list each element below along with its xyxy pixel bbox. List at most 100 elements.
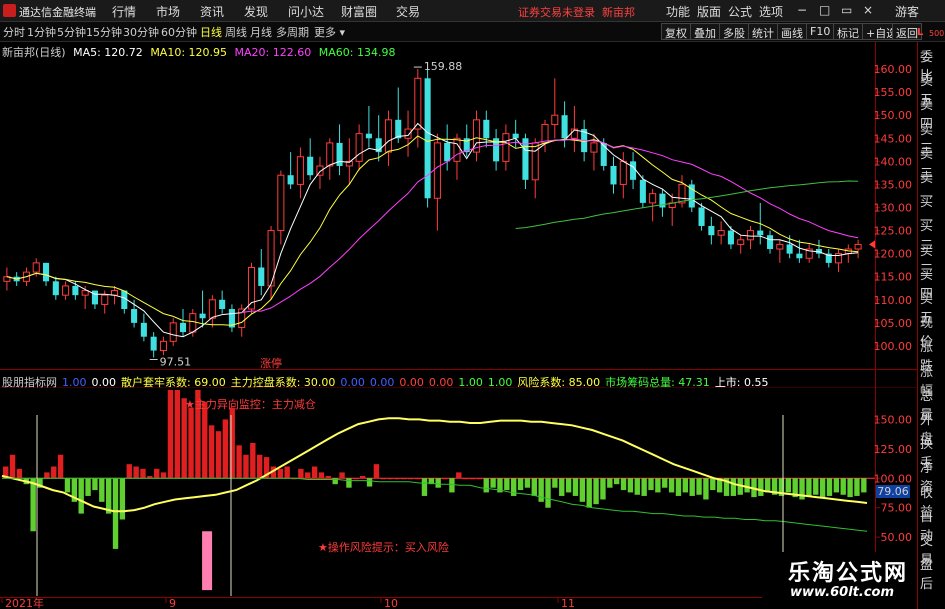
indicator-bar-up (174, 390, 180, 479)
candle-up (453, 137, 461, 162)
indicator-bar-down (421, 478, 428, 496)
time-tick-label: 10 (384, 597, 398, 609)
candle-up (101, 294, 109, 305)
indicator-bar-down (854, 478, 860, 496)
indicator-header-item: 0.00 (340, 376, 365, 389)
candle-up (649, 193, 657, 204)
indicator-bar-down (504, 478, 510, 491)
indicator-bar-up (353, 478, 359, 480)
indicator-bar-up (126, 464, 132, 479)
watermark-url: www.60lt.com (790, 585, 895, 600)
indicator-bar-up (243, 454, 249, 479)
indicator-bar-down (675, 478, 682, 496)
indicator-bar-down (572, 478, 579, 496)
indicator-header-item: 主力控盘系数: 30.00 (230, 376, 336, 389)
indicator-bar-down (806, 478, 812, 496)
indicator-pink-bar (202, 531, 213, 591)
indicator-bar-up (469, 478, 476, 480)
price-tick-label: 145.00 (874, 132, 913, 145)
candle-up (541, 123, 549, 144)
indicator-green-line (2, 477, 868, 532)
indicator-tick-label: 50.00 (881, 531, 913, 544)
indicator-bar-up (167, 390, 174, 479)
indicator-bar-down (531, 478, 537, 496)
indicator-bar-down (847, 478, 853, 498)
indicator-bar-up (140, 468, 146, 479)
indicator-bar-up (325, 475, 332, 479)
indicator-bar-down (607, 478, 613, 488)
indicator-bar-down (703, 478, 709, 500)
candle-up (776, 243, 784, 250)
price-tick-label: 105.00 (874, 317, 913, 330)
indicator-bar-up (250, 442, 256, 479)
indicator-bar-up (188, 407, 194, 479)
candle-down (365, 133, 372, 139)
indicator-header-item: 0.00 (91, 376, 117, 389)
indicator-header-item: 0.00 (369, 376, 395, 389)
candle-down (708, 225, 715, 236)
indicator-bar-down (662, 478, 668, 488)
indicator-bar-up (373, 464, 380, 479)
indicator-header-item: 风险系数: 85.00 (517, 376, 601, 389)
price-tick-label: 135.00 (874, 178, 913, 191)
indicator-header-item: 股朋指标网 (2, 376, 57, 389)
indicator-bar-up (215, 431, 222, 479)
indicator-bar-down (559, 478, 565, 496)
indicator-bar-up (202, 401, 208, 479)
candle-up (502, 133, 510, 162)
indicator-bar-up (9, 454, 16, 479)
current-price-arrow (869, 240, 875, 249)
indicator-tick-label: 75.00 (881, 502, 913, 515)
price-tick-label: 115.00 (874, 271, 913, 284)
indicator-header-item: 1.00 (458, 376, 483, 389)
candle-down (307, 156, 314, 176)
indicator-bar-down (689, 478, 695, 496)
candle-up (414, 77, 422, 130)
indicator-header-item: 0.00 (399, 376, 424, 389)
price-tick-label: 150.00 (874, 109, 913, 122)
indicator-bar-up (229, 407, 235, 479)
indicator-header-item: 上市: 0.55 (714, 376, 769, 389)
candle-up (81, 290, 89, 296)
indicator-bar-up (51, 466, 57, 479)
indicator-header-item: 1.00 (62, 376, 87, 389)
candle-down (219, 299, 226, 310)
price-tick-label: 110.00 (874, 294, 913, 307)
indicator-bar-up (380, 478, 386, 480)
candle-down (786, 244, 793, 254)
indicator-bar-down (668, 478, 675, 493)
limit-up-tag: 涨停 (260, 356, 282, 370)
indicator-bar-down (641, 478, 647, 496)
indicator-header-item: 1.00 (487, 376, 513, 389)
indicator-bar-down (524, 478, 531, 488)
indicator-bar-down (620, 478, 627, 491)
indicator-bar-down (346, 478, 352, 488)
time-tick-label: 11 (561, 597, 575, 609)
time-tick-label: 2021年 (5, 596, 44, 609)
indicator-bar-down (613, 478, 620, 485)
indicator-bar-down (758, 478, 764, 496)
candle-up (590, 142, 598, 153)
candle-up (384, 119, 393, 153)
indicator-annotation-bottom: ★操作风险提示：买入风险 (318, 540, 449, 554)
candle-up (433, 142, 441, 199)
indicator-bar-down (64, 478, 71, 493)
indicator-bar-up (236, 445, 242, 479)
indicator-bar-down (826, 478, 833, 496)
indicator-bar-down (483, 478, 489, 493)
candle-up (531, 142, 539, 181)
candle-up (854, 243, 862, 250)
candle-up (551, 114, 559, 125)
app-window: 通达信金融终端 行情 市场 资讯 发现 问小达 财富圈 交易 证券交易未登录 新… (0, 0, 945, 609)
time-tick-label: 9 (169, 597, 176, 609)
indicator-bar-up (305, 472, 311, 479)
stock-chart[interactable]: 100.00105.00110.00115.00120.00125.00130.… (0, 0, 917, 609)
indicator-tick-label: 100.00 (874, 472, 913, 485)
indicator-bar-up (394, 478, 400, 480)
side-label-item[interactable]: 盘后 (920, 554, 945, 592)
indicator-bar-up (208, 425, 215, 479)
indicator-bar-up (339, 472, 345, 479)
candle-up (62, 285, 70, 296)
candle-up (296, 156, 304, 185)
price-tick-label: 120.00 (874, 248, 913, 261)
